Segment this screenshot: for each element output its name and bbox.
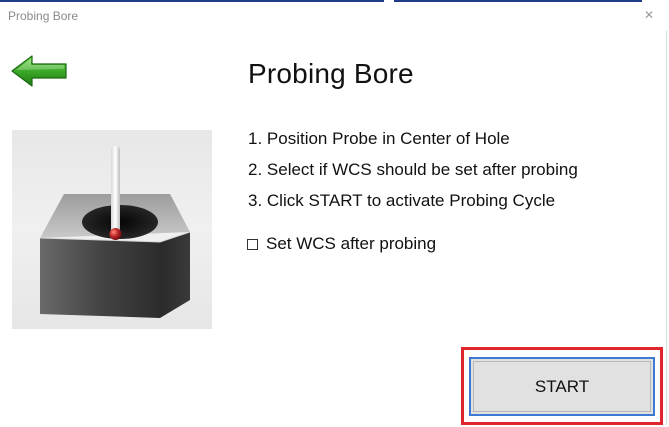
set-wcs-option[interactable]: Set WCS after probing — [247, 233, 436, 255]
page-title: Probing Bore — [248, 58, 414, 89]
instruction-step-2: 2. Select if WCS should be set after pro… — [248, 160, 578, 179]
set-wcs-label: Set WCS after probing — [266, 234, 437, 253]
probe-ball-icon — [109, 228, 122, 240]
start-button-label: START — [534, 376, 590, 396]
green-back-arrow-icon — [11, 55, 67, 87]
close-button[interactable]: ✕ — [640, 6, 658, 24]
probe-bore-illustration — [12, 130, 212, 329]
title-bar-accent-left — [0, 0, 384, 2]
instruction-step-1: 1. Position Probe in Center of Hole — [248, 129, 510, 148]
set-wcs-checkbox[interactable] — [247, 238, 258, 250]
start-button[interactable]: START — [469, 357, 655, 416]
instruction-list: 1. Position Probe in Center of Hole 2. S… — [248, 128, 648, 221]
back-button[interactable] — [10, 54, 68, 88]
close-icon: ✕ — [643, 8, 655, 22]
title-bar: Probing Bore ✕ — [0, 0, 669, 32]
instruction-step-3: 3. Click START to activate Probing Cycle — [248, 191, 556, 210]
window-title: Probing Bore — [8, 9, 79, 23]
title-bar-accent-right — [392, 0, 642, 2]
